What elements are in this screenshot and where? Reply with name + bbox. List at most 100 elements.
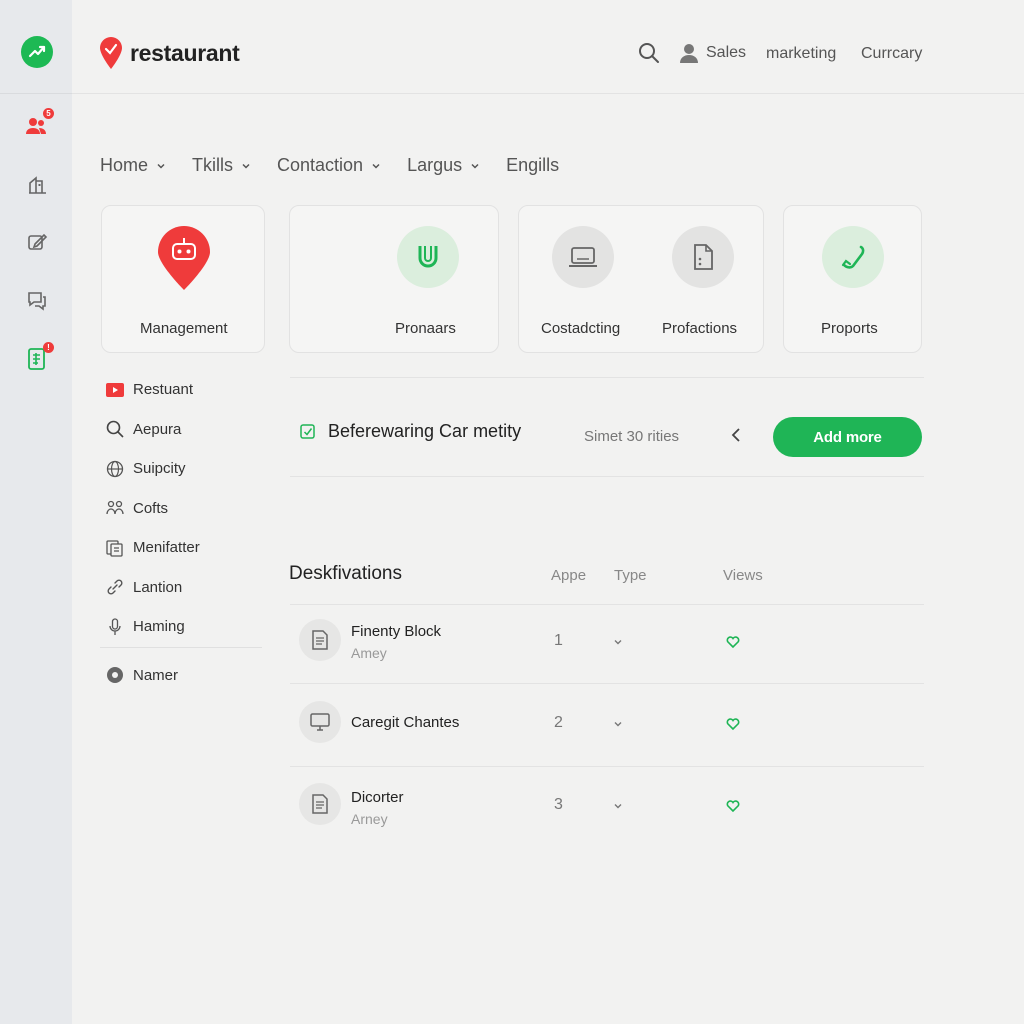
- chevron-down-icon: [471, 163, 479, 169]
- nav-item-largus[interactable]: Largus: [407, 155, 480, 176]
- side-item-label: Haming: [133, 618, 185, 636]
- chevron-down-icon: [242, 163, 250, 169]
- side-item-lantion[interactable]: Lantion: [106, 568, 266, 608]
- card-label: Management: [140, 320, 228, 337]
- side-item-label: Cofts: [133, 499, 169, 517]
- column-header-type[interactable]: Type: [614, 567, 647, 584]
- card-pronaars[interactable]: Pronaars: [289, 205, 499, 353]
- card-management[interactable]: Management: [101, 205, 265, 353]
- video-icon: [106, 382, 124, 397]
- chevron-down-icon[interactable]: [613, 719, 623, 729]
- edit-icon[interactable]: [24, 229, 50, 255]
- side-list: Restuant Aepura Suipcity Cofts Menifatte…: [106, 370, 266, 647]
- side-item-label: Restuant: [133, 381, 194, 399]
- brand-name: restaurant: [130, 39, 240, 66]
- side-divider: [100, 647, 262, 648]
- nav-item-contaction[interactable]: Contaction: [277, 155, 381, 176]
- alert-badge: !: [43, 342, 54, 353]
- people-icon: [106, 501, 124, 515]
- tag-icon: [300, 424, 315, 439]
- side-item-label: Aepura: [133, 420, 182, 438]
- nav-item-home[interactable]: Home: [100, 155, 166, 176]
- side-item-suipcity[interactable]: Suipcity: [106, 449, 266, 489]
- heart-icon[interactable]: [726, 717, 740, 731]
- globe-icon: [106, 460, 124, 477]
- side-item-label: Menifatter: [133, 539, 200, 557]
- row-sub: Amey: [351, 645, 387, 661]
- side-item-namer[interactable]: Namer: [106, 666, 178, 684]
- row-name: Finenty Block: [351, 623, 442, 640]
- add-more-button[interactable]: Add more: [773, 417, 922, 457]
- magnet-icon: [397, 226, 459, 288]
- nav-label: Contaction: [277, 155, 364, 175]
- side-item-menifatter[interactable]: Menifatter: [106, 528, 266, 568]
- files-icon: [106, 540, 123, 557]
- side-item-label: Lantion: [133, 578, 183, 596]
- divider: [290, 377, 924, 378]
- heart-icon[interactable]: [726, 635, 740, 649]
- nav-label: Tkills: [192, 155, 234, 175]
- search-icon: [106, 420, 124, 438]
- card-label-profactions[interactable]: Profactions: [662, 320, 737, 337]
- search-icon[interactable]: [638, 42, 660, 64]
- chat-icon[interactable]: [24, 287, 50, 313]
- robot-pin-icon: [158, 226, 210, 290]
- row-number: 2: [554, 714, 563, 731]
- left-rail: 5 !: [0, 0, 72, 1024]
- location-pin-icon: [100, 37, 122, 69]
- chevron-down-icon[interactable]: [613, 637, 623, 647]
- row-name: Dicorter: [351, 789, 404, 806]
- promo-title: Beferewaring Car metity: [328, 421, 522, 441]
- side-item-label: Suipcity: [133, 460, 186, 478]
- user-icon: [680, 44, 698, 63]
- user-label: Sales: [706, 44, 747, 61]
- chevron-down-icon[interactable]: [613, 801, 623, 811]
- card-label-costadcting[interactable]: Costadcting: [541, 320, 620, 337]
- users-icon[interactable]: 5: [24, 108, 54, 138]
- row-number: 3: [554, 796, 563, 813]
- column-header-appe[interactable]: Appe: [551, 567, 586, 584]
- row-number: 1: [554, 632, 563, 649]
- document-icon: [299, 783, 341, 825]
- brand[interactable]: restaurant: [98, 36, 240, 70]
- header-link-marketing[interactable]: marketing: [766, 45, 836, 63]
- card-proports[interactable]: Proports: [783, 205, 922, 353]
- row-name: Caregit Chantes: [351, 714, 460, 731]
- side-item-label: Namer: [133, 666, 179, 684]
- side-item-haming[interactable]: Haming: [106, 607, 266, 647]
- laptop-icon[interactable]: [552, 226, 614, 288]
- divider: [290, 476, 924, 477]
- user-menu[interactable]: Sales: [680, 43, 746, 63]
- divider: [290, 766, 924, 767]
- main-nav: Home Tkills Contaction Largus Engills: [100, 155, 559, 176]
- header-link-currency[interactable]: Currcary: [861, 45, 922, 63]
- nav-item-tkills[interactable]: Tkills: [192, 155, 251, 176]
- phone-icon: [822, 226, 884, 288]
- nav-label: Home: [100, 155, 149, 175]
- notification-badge: 5: [43, 108, 54, 119]
- building-icon[interactable]: [24, 171, 50, 197]
- divider: [290, 683, 924, 684]
- top-header: restaurant Sales marketing Currcary: [72, 0, 1024, 94]
- side-item-restuant[interactable]: Restuant: [106, 370, 266, 410]
- side-item-aepura[interactable]: Aepura: [106, 410, 266, 450]
- monitor-icon: [299, 701, 341, 743]
- trend-logo-icon[interactable]: [21, 36, 53, 68]
- divider: [290, 604, 924, 605]
- document-icon[interactable]: [672, 226, 734, 288]
- column-header-views[interactable]: Views: [723, 567, 763, 584]
- row-sub: Arney: [351, 811, 388, 827]
- chevron-left-icon[interactable]: [729, 426, 743, 444]
- side-item-cofts[interactable]: Cofts: [106, 489, 266, 529]
- card-label: Pronaars: [395, 320, 456, 337]
- heart-icon[interactable]: [726, 799, 740, 813]
- sheet-icon[interactable]: !: [24, 342, 54, 372]
- nav-item-engills[interactable]: Engills: [506, 155, 559, 176]
- chevron-down-icon: [157, 163, 165, 169]
- link-icon: [107, 579, 123, 595]
- card-group-contacting: Costadcting Profactions: [518, 205, 764, 353]
- document-icon: [299, 619, 341, 661]
- microphone-icon: [109, 618, 121, 635]
- nav-label: Largus: [407, 155, 463, 175]
- settings-icon: [107, 667, 123, 683]
